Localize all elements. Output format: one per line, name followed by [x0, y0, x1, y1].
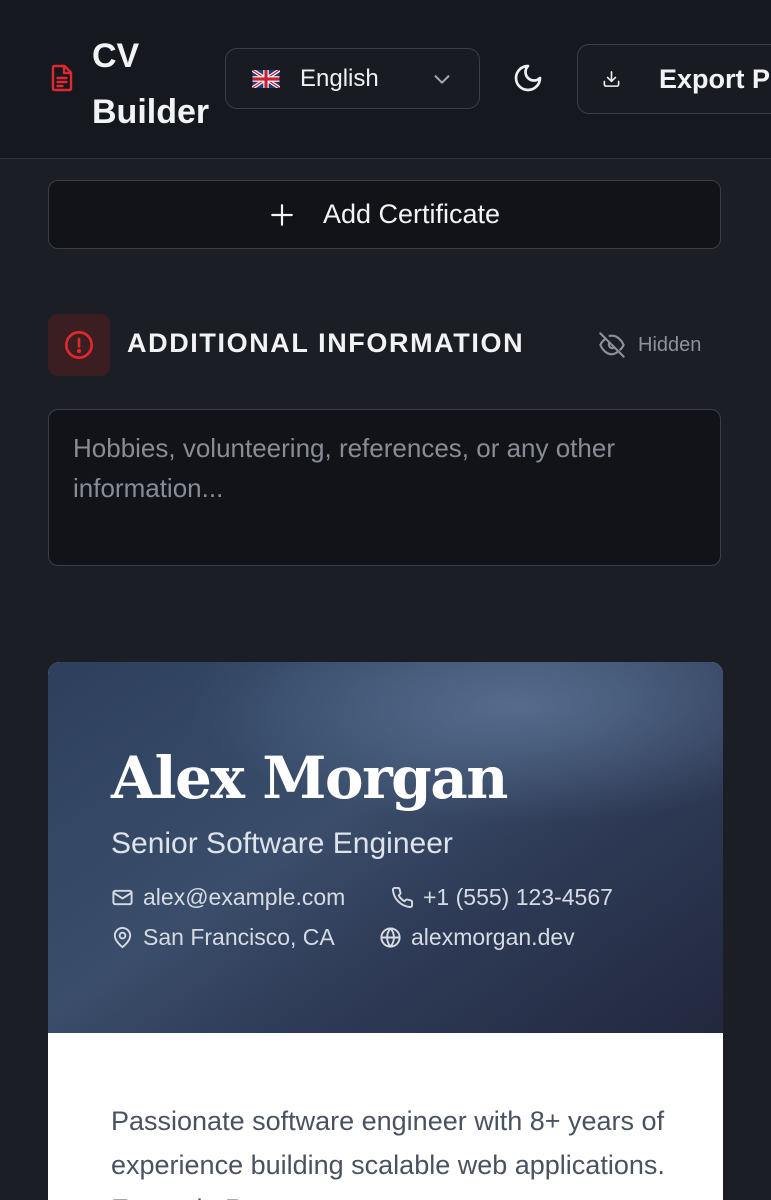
- cv-preview: Alex Morgan Senior Software Engineer ale…: [48, 662, 723, 1200]
- location-text: San Francisco, CA: [143, 924, 335, 950]
- map-pin-icon: [113, 927, 132, 949]
- visibility-toggle[interactable]: Hidden: [598, 330, 701, 360]
- contact-location: San Francisco, CA: [111, 924, 335, 951]
- email-text: alex@example.com: [143, 884, 346, 910]
- info-circle-icon: [48, 314, 110, 376]
- cv-header: Alex Morgan Senior Software Engineer ale…: [48, 662, 723, 1033]
- additional-info-textarea[interactable]: [48, 409, 721, 566]
- chevron-down-icon: [434, 74, 450, 84]
- eye-off-icon: [599, 332, 625, 358]
- section-title: ADDITIONAL INFORMATION: [127, 328, 525, 358]
- export-button-label: Export PDF: [658, 63, 771, 94]
- mail-icon: [112, 889, 133, 906]
- plus-icon: [271, 203, 293, 226]
- phone-text: +1 (555) 123-4567: [423, 884, 613, 910]
- contact-email: alex@example.com: [111, 884, 345, 911]
- phone-icon: [391, 886, 414, 909]
- uk-flag-icon: [252, 69, 280, 88]
- add-certificate-button[interactable]: Add Certificate: [48, 180, 721, 249]
- language-label: English: [300, 64, 379, 92]
- export-pdf-button[interactable]: Export PDF: [577, 44, 771, 114]
- website-text: alexmorgan.dev: [411, 924, 575, 950]
- contact-website: alexmorgan.dev: [379, 924, 575, 951]
- cv-summary: Passionate software engineer with 8+ yea…: [111, 1106, 665, 1200]
- download-icon: [603, 71, 620, 87]
- app-header: CV Builder English Export PDF: [0, 0, 771, 159]
- document-icon: [48, 62, 76, 94]
- globe-icon: [380, 927, 401, 948]
- cv-role: Senior Software Engineer: [111, 827, 453, 860]
- contact-phone: +1 (555) 123-4567: [391, 884, 613, 911]
- visibility-label: Hidden: [638, 333, 702, 356]
- moon-icon: [514, 64, 542, 92]
- cv-name: Alex Morgan: [111, 744, 508, 812]
- language-select[interactable]: English: [225, 48, 480, 109]
- app-title: CV Builder: [92, 37, 210, 131]
- theme-toggle-button[interactable]: [508, 58, 548, 98]
- add-certificate-label: Add Certificate: [322, 199, 501, 229]
